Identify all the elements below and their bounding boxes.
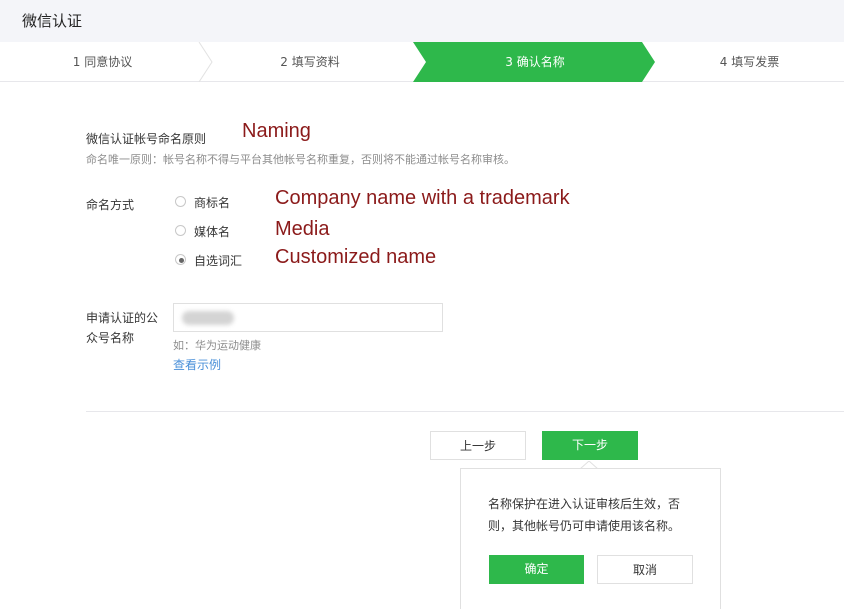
confirm-button[interactable]: 确定 [489,555,584,584]
popover-message: 名称保护在进入认证审核后生效，否则，其他帐号仍可申请使用该名称。 [488,497,681,533]
annotation-customized: Customized name [275,246,437,268]
page-title: 微信认证 [22,12,83,30]
cancel-button[interactable]: 取消 [597,555,693,584]
step-fill-info: 2 填写资料 [280,55,340,69]
radio-circle-icon[interactable] [175,225,186,236]
account-name-label-line1: 申请认证的公 [86,311,159,325]
step-fill-invoice: 4 填写发票 [719,55,780,69]
account-name-label: 申请认证的公 众号名称 [86,308,166,348]
section-divider [86,411,844,412]
radio-label[interactable]: 商标名 [194,194,230,211]
next-step-button[interactable]: 下一步 [542,431,638,460]
radio-label[interactable]: 自选词汇 [194,252,242,269]
annotation-trademark: Company name with a trademark [275,187,570,209]
naming-principle-title: 微信认证帐号命名原则 [86,132,207,146]
account-name-input[interactable] [173,303,443,332]
blurred-input-value [182,311,234,325]
name-protection-popover: 名称保护在进入认证审核后生效，否则，其他帐号仍可申请使用该名称。 确定 取消 [460,468,721,609]
naming-method-label: 命名方式 [86,198,135,212]
account-name-label-line2: 众号名称 [86,331,135,345]
step-agree-terms: 1 同意协议 [72,55,133,69]
annotation-naming: Naming [242,120,311,142]
radio-circle-checked-icon[interactable] [175,254,186,265]
step-confirm-name: 3 确认名称 [505,55,565,69]
view-example-link[interactable]: 查看示例 [173,356,221,373]
previous-step-button[interactable]: 上一步 [430,431,526,460]
step-progress-bar: 1 同意协议 2 填写资料 3 确认名称 4 填写发票 [0,42,844,82]
radio-circle-icon[interactable] [175,196,186,207]
annotation-media: Media [275,218,330,240]
radio-label[interactable]: 媒体名 [194,223,230,240]
top-bar: 微信认证 [0,0,844,42]
account-name-example: 如：华为运动健康 [173,339,261,352]
naming-principle-description: 命名唯一原则：帐号名称不得与平台其他帐号名称重复，否则将不能通过帐号名称审核。 [86,153,515,166]
